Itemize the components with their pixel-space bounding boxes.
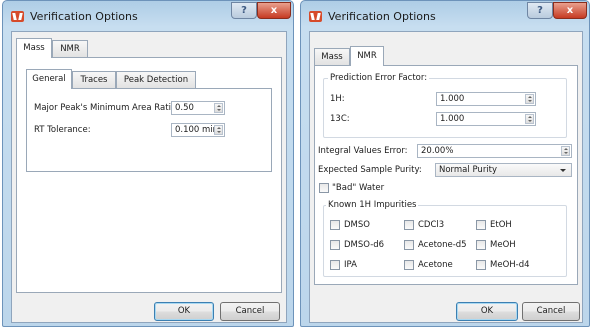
rt-tolerance-label: RT Tolerance: [34, 125, 91, 135]
impurity-cdcl3-checkbox[interactable] [404, 220, 414, 230]
dialog-client-area: Mass NMR General Traces Peak Detection M… [11, 31, 287, 323]
impurity-dmso-d6-label: DMSO-d6 [344, 240, 385, 250]
impurity-acetone-label: Acetone [418, 260, 453, 270]
tab-mass[interactable]: Mass [16, 38, 52, 58]
spin-arrows-icon[interactable] [561, 146, 570, 156]
impurity-etoh-checkbox[interactable] [476, 220, 486, 230]
general-subtab-panel: Major Peak's Minimum Area Ratio: 0.50 RT… [26, 88, 272, 172]
title-bar[interactable]: Verification Options ? x [3, 1, 293, 29]
prediction-13c-label: 13C: [330, 114, 350, 124]
prediction-error-groupbox: Prediction Error Factor: 1H: 1.000 13C: … [323, 73, 567, 138]
ok-button[interactable]: OK [456, 302, 518, 321]
impurity-etoh-label: EtOH [490, 220, 512, 230]
app-logo-icon [309, 11, 322, 22]
min-area-ratio-spinbox[interactable]: 0.50 [171, 101, 225, 115]
dialog-client-area: Mass NMR Prediction Error Factor: 1H: 1.… [309, 31, 583, 323]
impurity-meoh-label: MeOH [490, 240, 516, 250]
integral-error-label: Integral Values Error: [318, 146, 408, 156]
window-title: Verification Options [30, 10, 138, 23]
main-tab-bar: Mass NMR [16, 38, 276, 58]
impurity-cdcl3-label: CDCl3 [418, 220, 445, 230]
rt-tolerance-spinbox[interactable]: 0.100 min [171, 123, 225, 137]
impurity-acetone-checkbox[interactable] [404, 260, 414, 270]
subtab-peak-detection[interactable]: Peak Detection [116, 71, 196, 88]
impurity-dmso-d6-checkbox[interactable] [330, 240, 340, 250]
spin-arrows-icon[interactable] [525, 94, 534, 104]
impurity-dmso-checkbox[interactable] [330, 220, 340, 230]
window-title: Verification Options [328, 10, 436, 23]
close-button[interactable]: x [257, 2, 291, 19]
impurity-acetone-d5-checkbox[interactable] [404, 240, 414, 250]
integral-error-spinbox[interactable]: 20.00% [417, 144, 572, 158]
sample-purity-label: Expected Sample Purity: [318, 165, 422, 175]
integral-error-value: 20.00% [421, 146, 454, 156]
spin-arrows-icon[interactable] [525, 114, 534, 124]
prediction-error-title: Prediction Error Factor: [328, 73, 430, 83]
close-button[interactable]: x [553, 2, 587, 19]
app-logo-icon [11, 11, 24, 22]
cancel-button[interactable]: Cancel [522, 302, 580, 321]
min-area-ratio-label: Major Peak's Minimum Area Ratio: [34, 103, 179, 113]
prediction-13c-value: 1.000 [440, 114, 465, 124]
impurity-ipa-checkbox[interactable] [330, 260, 340, 270]
impurity-meoh-checkbox[interactable] [476, 240, 486, 250]
verification-options-dialog-mass: Verification Options ? x Mass NMR Genera… [2, 0, 294, 327]
known-impurities-groupbox: Known 1H Impurities DMSO CDCl3 EtOH DMSO… [323, 200, 567, 277]
impurity-meoh-d4-label: MeOH-d4 [490, 260, 530, 270]
tab-nmr[interactable]: NMR [52, 40, 88, 57]
nmr-tab-panel: Prediction Error Factor: 1H: 1.000 13C: … [314, 65, 578, 285]
prediction-1h-spinbox[interactable]: 1.000 [436, 92, 536, 106]
prediction-1h-label: 1H: [330, 94, 345, 104]
sub-tab-bar: General Traces Peak Detection [26, 69, 266, 89]
help-button[interactable]: ? [231, 2, 257, 19]
prediction-13c-spinbox[interactable]: 1.000 [436, 112, 536, 126]
subtab-traces[interactable]: Traces [72, 71, 116, 88]
subtab-general[interactable]: General [26, 69, 72, 89]
tab-nmr[interactable]: NMR [350, 46, 384, 66]
help-button[interactable]: ? [527, 2, 553, 19]
bad-water-label: "Bad" Water [332, 183, 385, 193]
mass-tab-panel: General Traces Peak Detection Major Peak… [16, 57, 282, 293]
bad-water-checkbox[interactable] [319, 183, 329, 193]
prediction-1h-value: 1.000 [440, 94, 465, 104]
spin-arrows-icon[interactable] [214, 103, 223, 113]
tab-mass[interactable]: Mass [314, 48, 350, 65]
main-tab-bar: Mass NMR [314, 46, 574, 66]
impurity-acetone-d5-label: Acetone-d5 [418, 240, 467, 250]
known-impurities-title: Known 1H Impurities [326, 200, 419, 210]
chevron-down-icon [560, 169, 566, 172]
impurity-meoh-d4-checkbox[interactable] [476, 260, 486, 270]
verification-options-dialog-nmr: Verification Options ? x Mass NMR Predic… [300, 0, 590, 327]
rt-tolerance-value: 0.100 min [175, 125, 219, 135]
sample-purity-select[interactable]: Normal Purity [435, 163, 572, 177]
impurity-ipa-label: IPA [344, 260, 357, 270]
min-area-ratio-value: 0.50 [175, 103, 194, 113]
sample-purity-value: Normal Purity [439, 165, 498, 175]
impurity-dmso-label: DMSO [344, 220, 370, 230]
title-bar[interactable]: Verification Options ? x [301, 1, 589, 29]
ok-button[interactable]: OK [154, 302, 214, 321]
cancel-button[interactable]: Cancel [220, 302, 280, 321]
spin-arrows-icon[interactable] [214, 125, 223, 135]
